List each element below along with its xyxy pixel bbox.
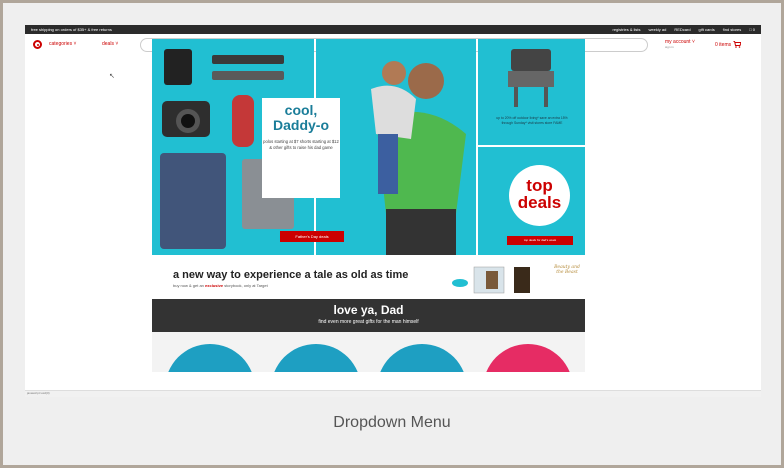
deals-menu[interactable]: deals ˅	[102, 41, 118, 47]
weekly-ad-link[interactable]: weekly ad	[649, 25, 667, 34]
top-deals-title: top deals	[517, 176, 562, 212]
beauty-beast-banner[interactable]: a new way to experience a tale as old as…	[152, 257, 585, 299]
store-icon[interactable]: □ 0	[749, 25, 755, 34]
target-logo-icon[interactable]	[33, 40, 42, 49]
status-url: javascript:void(0)	[27, 391, 50, 395]
mouse-cursor-icon: ↖	[109, 73, 115, 80]
beauty-beast-logo: Beauty and the Beast	[554, 265, 580, 275]
promo-text: polos starting at $7 shorts starting at …	[263, 139, 339, 150]
fathers-day-deals-button[interactable]: Father's Day deals	[280, 231, 344, 242]
gift-cards-link[interactable]: gift cards	[699, 25, 715, 34]
utility-links: registries & lists weekly ad REDcard gif…	[613, 25, 756, 34]
gift-category-circle[interactable]	[165, 344, 255, 372]
promo-headline: cool, Daddy-o	[273, 102, 329, 133]
browser-status-bar: javascript:void(0)	[25, 390, 761, 397]
top-deals-badge[interactable]: top deals	[509, 165, 570, 226]
gift-category-circle[interactable]	[271, 344, 361, 372]
gift-category-circle[interactable]	[483, 344, 573, 372]
banner-subline: buy now & get an exclusive storybook, on…	[173, 283, 268, 288]
sign-in-label: sign in	[665, 45, 674, 49]
shipping-note: free shipping on orders of $35+ & free r…	[31, 27, 112, 32]
outdoor-text: up to 20% off outdoor living* save an ex…	[496, 116, 568, 125]
categories-menu[interactable]: categories ˅	[49, 41, 76, 47]
gift-category-circle[interactable]	[377, 344, 467, 372]
promo-card[interactable]: cool, Daddy-o polos starting at $7 short…	[262, 98, 340, 198]
cart-button[interactable]: 0 items	[715, 40, 742, 48]
dad-band-subtitle: find even more great gifts for the man h…	[318, 319, 419, 325]
redcard-link[interactable]: REDcard	[674, 25, 690, 34]
my-account-menu[interactable]: my account ˅ sign in	[665, 39, 695, 49]
registries-link[interactable]: registries & lists	[613, 25, 641, 34]
banner-sub-exclusive: exclusive	[205, 283, 224, 288]
slide-caption: Dropdown Menu	[333, 414, 451, 431]
gift-categories-row	[152, 332, 585, 372]
banner-headline: a new way to experience a tale as old as…	[173, 269, 409, 281]
cart-count: 0 items	[715, 41, 732, 48]
father-son-photo	[371, 61, 466, 255]
utility-bar: free shipping on orders of $35+ & free r…	[25, 25, 761, 34]
banner-sub-pre: buy now & get an	[173, 283, 204, 288]
top-deals-button[interactable]: top deals for dad's week	[507, 236, 573, 245]
love-ya-dad-band[interactable]: love ya, Dad find even more great gifts …	[152, 299, 585, 332]
hero-panel[interactable]	[316, 39, 476, 255]
outdoor-panel[interactable]	[478, 39, 585, 145]
banner-sub-post: storybook, only at Target	[224, 283, 268, 288]
find-stores-link[interactable]: find stores	[723, 25, 741, 34]
dad-band-title: love ya, Dad	[333, 303, 404, 317]
cart-icon	[732, 40, 742, 48]
grill-illustration	[508, 49, 554, 107]
